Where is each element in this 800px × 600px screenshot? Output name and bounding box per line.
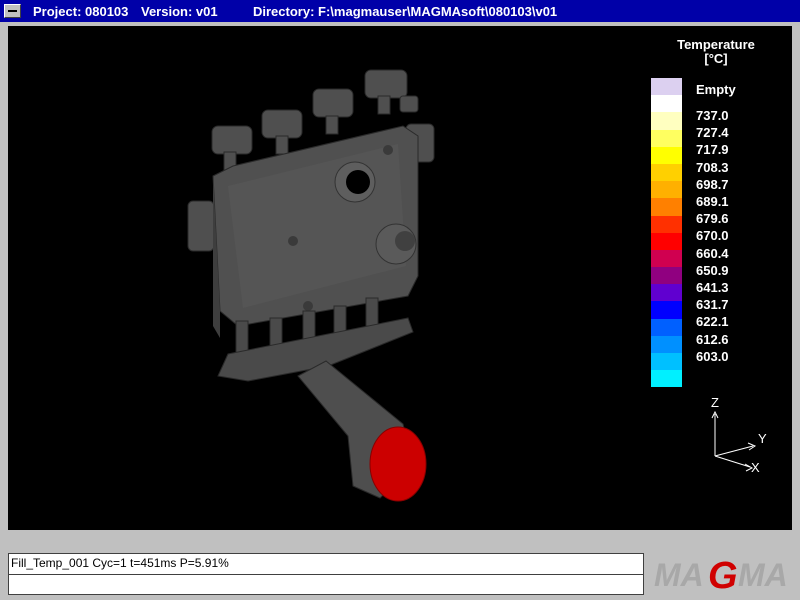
legend-swatch: [651, 370, 682, 388]
axis-x-label: X: [751, 460, 760, 475]
status-panel: Fill_Temp_001 Cyc=1 t=451ms P=5.91%: [8, 553, 644, 595]
legend-value-label: 717.9: [696, 142, 729, 158]
legend-swatch: [651, 215, 682, 233]
legend-title: Temperature [°C]: [668, 38, 764, 66]
legend-swatch: [651, 301, 682, 319]
logo-text-g: G: [708, 555, 738, 595]
legend-empty-label: Empty: [696, 82, 736, 97]
legend-value-label: 737.0: [696, 108, 729, 123]
legend-value-label: 641.3: [696, 280, 729, 295]
axis-y-label: Y: [758, 431, 767, 446]
legend-value-label: 727.4: [696, 125, 729, 141]
legend-value-label: 708.3: [696, 159, 729, 175]
legend-swatch: [651, 95, 682, 113]
magma-logo: MA G MA: [650, 553, 794, 597]
legend-swatch: [651, 198, 682, 216]
legend-value-label: 698.7: [696, 176, 729, 192]
legend-swatch: [651, 146, 682, 164]
version-label: Version: v01: [141, 4, 218, 19]
axis-z-label: Z: [711, 395, 719, 410]
legend-swatch: [651, 232, 682, 250]
legend-swatch: [651, 335, 682, 353]
directory-label: Directory: F:\magmauser\MAGMAsoft\080103…: [253, 4, 558, 19]
legend-value-label: 612.6: [696, 331, 729, 347]
legend-swatch: [651, 267, 682, 285]
legend-swatch: [651, 318, 682, 336]
legend-swatch: [651, 353, 682, 371]
legend-title-quantity: Temperature: [677, 37, 755, 52]
legend-value-label: 622.1: [696, 314, 729, 330]
legend-swatch: [651, 78, 682, 96]
legend-swatch: [651, 163, 682, 182]
legend-color-scale: [651, 78, 682, 388]
legend-swatch: [651, 129, 682, 147]
legend-value-label: 631.7: [696, 297, 729, 313]
simulation-viewport[interactable]: Z Y X Temperature [°C] Empty 737.0 727.4 71…: [8, 26, 792, 530]
logo-text-left: MA: [654, 557, 704, 593]
legend-value-label: 603.0: [696, 348, 729, 364]
legend-value-label: 670.0: [696, 228, 729, 244]
legend-value-label: 660.4: [696, 245, 729, 261]
legend-swatch: [651, 284, 682, 302]
legend-swatch: [651, 181, 682, 199]
legend-value-label: 679.6: [696, 211, 729, 227]
legend-value-label: 650.9: [696, 262, 729, 278]
legend-swatch: [651, 249, 682, 268]
title-bar: Project: 080103 Version: v01 Directory: …: [0, 0, 800, 24]
legend-value-label: 689.1: [696, 194, 729, 209]
logo-text-right: MA: [738, 557, 788, 593]
status-message: Fill_Temp_001 Cyc=1 t=451ms P=5.91%: [11, 556, 229, 570]
legend-title-unit: [°C]: [704, 51, 728, 66]
system-menu-icon[interactable]: [4, 4, 21, 18]
legend-swatch: [651, 112, 682, 130]
project-label: Project: 080103: [33, 4, 129, 19]
